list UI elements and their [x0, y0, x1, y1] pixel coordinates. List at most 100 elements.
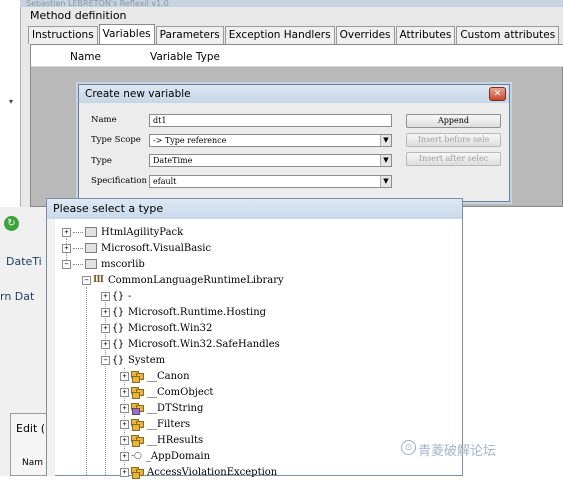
- collapse-arrow-icon[interactable]: ▾: [9, 97, 13, 106]
- specification-label: Specification: [91, 176, 147, 186]
- expand-icon[interactable]: +: [120, 451, 129, 461]
- class-icon: [131, 371, 144, 383]
- collapse-icon[interactable]: −: [82, 275, 91, 285]
- close-icon[interactable]: ✕: [489, 87, 506, 101]
- tree-item-microsoft-visualbasic[interactable]: + Microsoft.VisualBasic: [62, 240, 211, 256]
- select-type-title: Please select a type: [47, 199, 462, 219]
- column-header-name[interactable]: Name: [70, 51, 101, 63]
- tree-item-label: __DTString: [147, 402, 204, 414]
- namespace-icon: {}: [112, 306, 125, 318]
- tree-item-label: Microsoft.Win32: [128, 322, 213, 334]
- collapse-icon[interactable]: −: [62, 259, 71, 269]
- expand-icon[interactable]: +: [120, 435, 129, 445]
- edit-window-title: Edit (: [16, 422, 46, 435]
- tree-item-label: __HResults: [147, 434, 204, 446]
- name-label: Name: [91, 115, 117, 125]
- expand-icon[interactable]: +: [62, 243, 71, 253]
- tree-item-system[interactable]: − {} System: [101, 352, 165, 368]
- tree-item-comobject[interactable]: + __ComObject: [120, 384, 213, 400]
- collapse-icon[interactable]: −: [101, 355, 110, 365]
- expand-icon[interactable]: +: [62, 227, 71, 237]
- expand-icon[interactable]: +: [101, 291, 110, 301]
- interface-icon: -○: [131, 451, 142, 461]
- tab-attributes[interactable]: Attributes: [395, 26, 456, 44]
- class-icon: [131, 419, 144, 431]
- chevron-down-icon[interactable]: ▼: [380, 155, 391, 166]
- watermark-text: 青菱破解论坛: [418, 444, 497, 459]
- namespace-icon: {}: [112, 338, 125, 350]
- tree-item-label: Microsoft.VisualBasic: [101, 242, 212, 254]
- tab-variables[interactable]: Variables: [98, 24, 155, 44]
- package-icon: [85, 227, 97, 237]
- tree-item-canon[interactable]: + __Canon: [120, 368, 190, 384]
- tree-item-label: -: [128, 290, 132, 302]
- tree-item-microsoft-win32-safehandles[interactable]: + {} Microsoft.Win32.SafeHandles: [101, 336, 280, 352]
- tree-item-label: Microsoft.Win32.SafeHandles: [128, 338, 280, 350]
- expand-icon[interactable]: +: [120, 403, 129, 413]
- dialog-title: Create new variable: [79, 85, 509, 103]
- tree-item-label: Microsoft.Runtime.Hosting: [128, 306, 267, 318]
- package-icon: [85, 243, 97, 253]
- tree-item-label: System: [128, 354, 166, 366]
- tree-item-label: __Canon: [147, 370, 190, 382]
- tab-exception-handlers[interactable]: Exception Handlers: [224, 26, 335, 44]
- expand-icon[interactable]: +: [120, 419, 129, 429]
- method-tabs: Instructions Variables Parameters Except…: [28, 24, 560, 44]
- strip-text-datetime: DateTi: [6, 255, 42, 268]
- tree-item-label: HtmlAgilityPack: [101, 226, 184, 238]
- strip-text-return: rn Dat: [0, 290, 35, 303]
- tree-item-mscorlib[interactable]: − mscorlib: [62, 256, 145, 272]
- library-icon: Ⅲ: [93, 275, 104, 285]
- class-icon: [131, 387, 144, 399]
- expand-icon[interactable]: +: [101, 323, 110, 333]
- tab-instructions[interactable]: Instructions: [28, 26, 98, 44]
- type-label: Type: [91, 156, 112, 166]
- type-select[interactable]: DateTime: [149, 154, 392, 167]
- tab-overrides[interactable]: Overrides: [335, 26, 395, 44]
- expand-icon[interactable]: +: [101, 339, 110, 349]
- chevron-down-icon[interactable]: ▼: [380, 176, 391, 187]
- tab-parameters[interactable]: Parameters: [155, 26, 224, 44]
- specification-value: efault: [153, 177, 177, 186]
- expand-icon[interactable]: +: [120, 387, 129, 397]
- tree-item-microsoft-win32[interactable]: + {} Microsoft.Win32: [101, 320, 212, 336]
- tree-item-accessviolationexception[interactable]: + AccessViolationException: [120, 464, 277, 480]
- namespace-icon: {}: [112, 322, 125, 334]
- expand-icon[interactable]: +: [120, 467, 129, 477]
- tree-item-filters[interactable]: + __Filters: [120, 416, 190, 432]
- tree-item-dtstring[interactable]: + __DTString: [120, 400, 203, 416]
- type-scope-value: -> Type reference: [153, 136, 227, 145]
- tree-item-commonlanguageruntimelibrary[interactable]: − Ⅲ CommonLanguageRuntimeLibrary: [82, 272, 284, 288]
- tree-item-hresults[interactable]: + __HResults: [120, 432, 203, 448]
- variables-list-header: [31, 45, 563, 67]
- type-scope-select[interactable]: -> Type reference: [149, 134, 392, 147]
- namespace-icon: {}: [112, 290, 125, 302]
- name-field[interactable]: dt1: [149, 114, 392, 127]
- class-icon: [131, 435, 144, 447]
- edit-name-label: Nam: [22, 458, 44, 468]
- tree-item-label: CommonLanguageRuntimeLibrary: [108, 274, 284, 286]
- watermark-logo-icon: ⊙: [401, 440, 416, 455]
- tree-item-appdomain[interactable]: + -○ _AppDomain: [120, 448, 210, 464]
- insert-before-button[interactable]: Insert before sele: [406, 133, 501, 147]
- tree-item-label: __Filters: [147, 418, 191, 430]
- tree-item-microsoft-runtime-hosting[interactable]: + {} Microsoft.Runtime.Hosting: [101, 304, 266, 320]
- specification-select[interactable]: efault: [149, 175, 392, 188]
- tree-item-label: __ComObject: [147, 386, 214, 398]
- tree-item-label: mscorlib: [101, 258, 145, 270]
- expand-icon[interactable]: +: [101, 307, 110, 317]
- tree-item-htmlagilitypack[interactable]: + HtmlAgilityPack: [62, 224, 183, 240]
- tab-custom-attributes[interactable]: Custom attributes: [456, 26, 560, 44]
- scrollbar[interactable]: [47, 219, 55, 476]
- package-icon: [85, 259, 97, 269]
- type-value: DateTime: [153, 156, 193, 165]
- column-header-variable-type[interactable]: Variable Type: [150, 51, 220, 63]
- insert-after-button[interactable]: Insert after selec: [406, 152, 501, 166]
- tree-item-label: _AppDomain: [145, 450, 211, 462]
- refresh-icon[interactable]: ↻: [4, 216, 19, 231]
- append-button[interactable]: Append: [406, 114, 501, 128]
- expand-icon[interactable]: +: [120, 371, 129, 381]
- chevron-down-icon[interactable]: ▼: [380, 135, 391, 146]
- tree-item-namespace-dash[interactable]: + {} -: [101, 288, 131, 304]
- window-title-strip: Sebastien LEBRETON's Reflexil v1.0: [20, 0, 563, 7]
